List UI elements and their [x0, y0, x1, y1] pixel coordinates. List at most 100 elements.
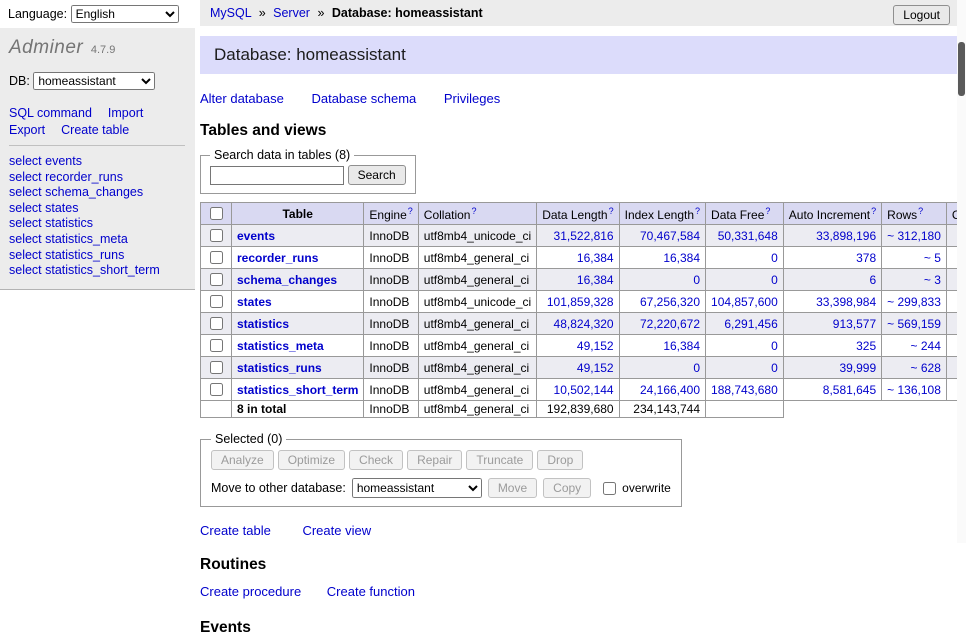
- data-free-link[interactable]: 0: [771, 361, 778, 375]
- rows-link[interactable]: ~ 244: [911, 339, 941, 353]
- search-input[interactable]: [210, 166, 344, 185]
- data-length-link[interactable]: 49,152: [577, 361, 614, 375]
- data-length-link[interactable]: 49,152: [577, 339, 614, 353]
- data-free-link[interactable]: 6,291,456: [724, 317, 777, 331]
- overwrite-checkbox[interactable]: [603, 482, 616, 495]
- create-table-link[interactable]: Create table: [200, 523, 271, 538]
- column-help-link[interactable]: ?: [871, 206, 876, 216]
- column-help-link[interactable]: ?: [765, 206, 770, 216]
- search-button[interactable]: Search: [348, 165, 406, 185]
- row-checkbox[interactable]: [210, 317, 223, 330]
- index-length-link[interactable]: 16,384: [663, 251, 700, 265]
- auto-increment-link[interactable]: 325: [856, 339, 876, 353]
- copy-button[interactable]: Copy: [543, 478, 591, 498]
- auto-increment-link[interactable]: 39,999: [839, 361, 876, 375]
- move-database-select[interactable]: homeassistant: [352, 478, 482, 498]
- sidebar-table-link[interactable]: select statistics: [9, 216, 195, 232]
- create-procedure-link[interactable]: Create procedure: [200, 584, 301, 599]
- auto-increment-link[interactable]: 378: [856, 251, 876, 265]
- optimize-button[interactable]: Optimize: [278, 450, 345, 470]
- data-free-link[interactable]: 50,331,648: [718, 229, 778, 243]
- rows-link[interactable]: ~ 5: [924, 251, 941, 265]
- data-length-link[interactable]: 48,824,320: [554, 317, 614, 331]
- data-length-link[interactable]: 10,502,144: [554, 383, 614, 397]
- index-length-link[interactable]: 16,384: [663, 339, 700, 353]
- data-free-link[interactable]: 188,743,680: [711, 383, 778, 397]
- row-checkbox[interactable]: [210, 251, 223, 264]
- select-all-checkbox[interactable]: [210, 207, 223, 220]
- sidebar-link-export[interactable]: Export: [9, 123, 45, 137]
- row-checkbox[interactable]: [210, 339, 223, 352]
- index-length-link[interactable]: 70,467,584: [640, 229, 700, 243]
- auto-increment-link[interactable]: 6: [869, 273, 876, 287]
- data-free-link[interactable]: 104,857,600: [711, 295, 778, 309]
- sidebar-table-link[interactable]: select statistics_meta: [9, 232, 195, 248]
- row-checkbox[interactable]: [210, 361, 223, 374]
- row-checkbox[interactable]: [210, 295, 223, 308]
- auto-increment-link[interactable]: 33,398,984: [816, 295, 876, 309]
- index-length-link[interactable]: 0: [693, 273, 700, 287]
- db-select[interactable]: homeassistant: [33, 72, 155, 90]
- move-button[interactable]: Move: [488, 478, 537, 498]
- rows-link[interactable]: ~ 299,833: [887, 295, 941, 309]
- auto-increment-link[interactable]: 33,898,196: [816, 229, 876, 243]
- repair-button[interactable]: Repair: [407, 450, 462, 470]
- data-free-link[interactable]: 0: [771, 273, 778, 287]
- data-length-link[interactable]: 101,859,328: [547, 295, 614, 309]
- index-length-link[interactable]: 67,256,320: [640, 295, 700, 309]
- table-name-link[interactable]: statistics_runs: [237, 361, 322, 375]
- rows-link[interactable]: ~ 569,159: [887, 317, 941, 331]
- table-name-link[interactable]: statistics: [237, 317, 289, 331]
- privileges-link[interactable]: Privileges: [444, 91, 500, 106]
- rows-link[interactable]: ~ 628: [911, 361, 941, 375]
- column-help-link[interactable]: ?: [918, 206, 923, 216]
- index-length-link[interactable]: 0: [693, 361, 700, 375]
- create-view-link[interactable]: Create view: [302, 523, 371, 538]
- column-help-link[interactable]: ?: [695, 206, 700, 216]
- auto-increment-link[interactable]: 913,577: [833, 317, 876, 331]
- sidebar-link-import[interactable]: Import: [108, 106, 143, 120]
- sidebar-table-link[interactable]: select recorder_runs: [9, 170, 195, 186]
- sidebar-table-link[interactable]: select events: [9, 154, 195, 170]
- data-free-link[interactable]: 0: [771, 339, 778, 353]
- database-schema-link[interactable]: Database schema: [311, 91, 416, 106]
- rows-link[interactable]: ~ 136,108: [887, 383, 941, 397]
- data-length-link[interactable]: 31,522,816: [554, 229, 614, 243]
- check-button[interactable]: Check: [349, 450, 403, 470]
- column-help-link[interactable]: ?: [609, 206, 614, 216]
- create-function-link[interactable]: Create function: [327, 584, 415, 599]
- sidebar-link-create-table[interactable]: Create table: [61, 123, 129, 137]
- breadcrumb-link-mysql[interactable]: MySQL: [210, 6, 251, 20]
- breadcrumb-link-server[interactable]: Server: [273, 6, 310, 20]
- index-length-link[interactable]: 24,166,400: [640, 383, 700, 397]
- scrollbar-thumb[interactable]: [958, 42, 965, 96]
- data-length-link[interactable]: 16,384: [577, 273, 614, 287]
- index-length-link[interactable]: 72,220,672: [640, 317, 700, 331]
- language-select[interactable]: English: [71, 5, 179, 23]
- analyze-button[interactable]: Analyze: [211, 450, 274, 470]
- row-checkbox[interactable]: [210, 273, 223, 286]
- scrollbar[interactable]: [957, 0, 966, 543]
- sidebar-link-sql-command[interactable]: SQL command: [9, 106, 92, 120]
- rows-link[interactable]: ~ 3: [924, 273, 941, 287]
- column-help-link[interactable]: ?: [471, 206, 476, 216]
- data-length-link[interactable]: 16,384: [577, 251, 614, 265]
- table-name-link[interactable]: states: [237, 295, 272, 309]
- sidebar-table-link[interactable]: select states: [9, 201, 195, 217]
- table-name-link[interactable]: statistics_short_term: [237, 383, 358, 397]
- row-checkbox[interactable]: [210, 229, 223, 242]
- column-help-link[interactable]: ?: [408, 206, 413, 216]
- data-free-link[interactable]: 0: [771, 251, 778, 265]
- table-name-link[interactable]: events: [237, 229, 275, 243]
- table-name-link[interactable]: recorder_runs: [237, 251, 318, 265]
- sidebar-table-link[interactable]: select statistics_short_term: [9, 263, 195, 279]
- alter-database-link[interactable]: Alter database: [200, 91, 284, 106]
- sidebar-table-link[interactable]: select statistics_runs: [9, 248, 195, 264]
- truncate-button[interactable]: Truncate: [466, 450, 533, 470]
- table-name-link[interactable]: statistics_meta: [237, 339, 324, 353]
- rows-link[interactable]: ~ 312,180: [887, 229, 941, 243]
- table-name-link[interactable]: schema_changes: [237, 273, 337, 287]
- sidebar-table-link[interactable]: select schema_changes: [9, 185, 195, 201]
- drop-button[interactable]: Drop: [537, 450, 583, 470]
- auto-increment-link[interactable]: 8,581,645: [823, 383, 876, 397]
